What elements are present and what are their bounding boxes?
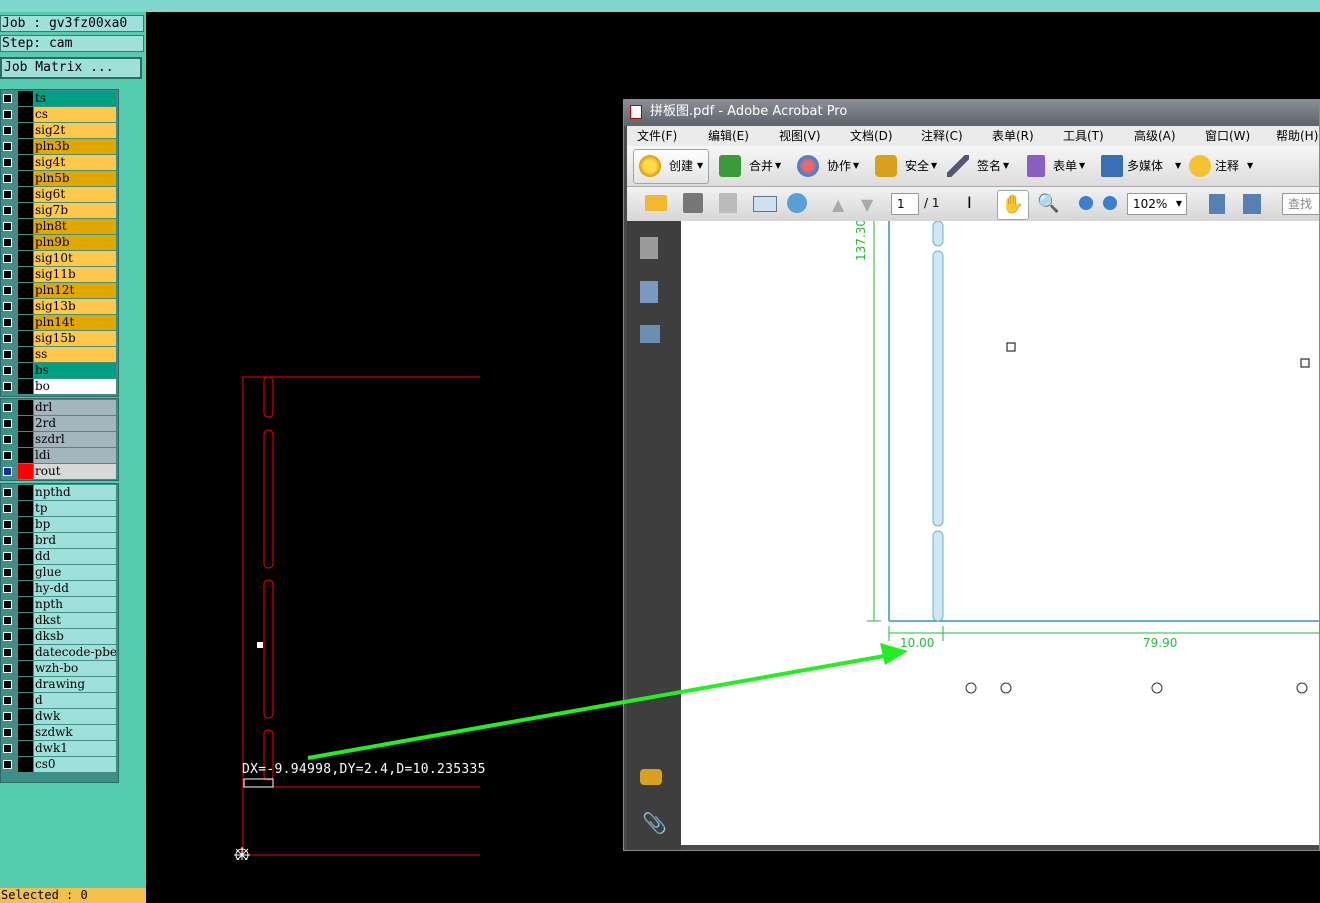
pen-icon xyxy=(947,155,969,177)
zoom-out-icon[interactable] xyxy=(1079,196,1093,210)
zoom-tool-icon[interactable]: 🔍 xyxy=(1037,193,1059,214)
tab-marker xyxy=(257,642,263,648)
print-icon[interactable] xyxy=(683,193,703,213)
cad-canvas[interactable] xyxy=(0,0,480,860)
measure-readout: DX=-9.94998,DY=2.4,D=10.235335 xyxy=(242,762,486,777)
pages-panel-icon[interactable] xyxy=(640,237,658,259)
combine-icon xyxy=(719,155,741,177)
menu-item[interactable]: 文件(F) xyxy=(637,126,677,146)
window-title: 拼板图.pdf - Adobe Acrobat Pro xyxy=(650,104,848,119)
hole xyxy=(965,682,977,694)
pdf-drawing xyxy=(867,221,1319,694)
zoom-in-icon[interactable] xyxy=(1103,196,1117,210)
fit-page-icon[interactable] xyxy=(1243,194,1261,214)
comments-icon[interactable] xyxy=(640,769,662,785)
menu-item[interactable]: 视图(V) xyxy=(779,126,821,146)
pdf-document-view[interactable]: 137.30 10.00 79.90 xyxy=(681,221,1319,845)
select-tool-icon[interactable]: Ⅰ xyxy=(967,193,972,212)
menu-item[interactable]: 表单(R) xyxy=(992,126,1034,146)
fit-width-icon[interactable] xyxy=(1209,194,1225,214)
save-icon[interactable] xyxy=(719,193,737,213)
nav-toolbar: ▲ ▼ 1 / 1 Ⅰ ✋ 🔍 102% ▼ 查找 xyxy=(627,187,1319,221)
dimension-vertical: 137.30 xyxy=(854,221,868,261)
pdf-file-icon xyxy=(630,105,642,119)
board-outline xyxy=(242,376,480,856)
dimension-left: 10.00 xyxy=(900,636,935,650)
hole xyxy=(1151,682,1163,694)
hole xyxy=(1296,682,1308,694)
lock-icon xyxy=(875,155,897,177)
menu-bar: 文件(F) 编辑(E) 视图(V) 文档(D) 注释(C) 表单(R) 工具(T) 高级(A)… xyxy=(627,126,1319,146)
create-icon xyxy=(639,155,661,177)
film-icon xyxy=(1101,155,1123,177)
email-icon[interactable] xyxy=(753,196,777,212)
menu-item[interactable]: 窗口(W) xyxy=(1205,126,1250,146)
comment-bubble-icon xyxy=(1189,155,1211,177)
zoom-select[interactable]: 102% ▼ xyxy=(1127,193,1187,215)
menu-item[interactable]: 工具(T) xyxy=(1063,126,1104,146)
menu-item[interactable]: 高级(A) xyxy=(1134,126,1176,146)
page-total: / 1 xyxy=(924,196,940,210)
menu-item[interactable]: 编辑(E) xyxy=(708,126,749,146)
acrobat-window[interactable]: 拼板图.pdf - Adobe Acrobat Pro 文件(F) 编辑(E) 视图… xyxy=(623,99,1320,851)
acrobat-titlebar[interactable]: 拼板图.pdf - Adobe Acrobat Pro xyxy=(624,100,1319,126)
menu-item[interactable]: 文档(D) xyxy=(850,126,893,146)
task-toolbar: 创建 ▼ 合并 ▼ 协作 ▼ 安全 ▼ 签名 ▼ 表单 ▼ 多媒体 ▼ 注释 ▼ xyxy=(627,146,1319,187)
signatures-icon[interactable] xyxy=(640,325,660,343)
prev-page-icon[interactable]: ▲ xyxy=(832,195,844,214)
bookmarks-icon[interactable] xyxy=(640,281,658,303)
menu-item[interactable]: 注释(C) xyxy=(921,126,963,146)
dimension-right: 79.90 xyxy=(1143,636,1178,650)
hand-tool-icon[interactable]: ✋ xyxy=(997,190,1029,220)
selected-count: Selected : 0 xyxy=(0,888,146,903)
menu-item[interactable]: 帮助(H) xyxy=(1276,126,1318,146)
upload-icon[interactable] xyxy=(787,193,807,213)
attachments-icon[interactable]: 📎 xyxy=(642,811,667,835)
page-number-input[interactable]: 1 xyxy=(891,193,919,215)
origin-crosshair-icon xyxy=(234,847,250,860)
open-folder-icon[interactable] xyxy=(645,195,667,211)
search-input[interactable]: 查找 xyxy=(1282,193,1319,215)
next-page-icon[interactable]: ▼ xyxy=(861,195,873,214)
form-icon xyxy=(1027,155,1045,177)
navigation-sidebar: 📎 xyxy=(627,221,681,850)
collaborate-icon xyxy=(797,155,819,177)
tab-markers xyxy=(257,642,263,648)
hole xyxy=(1000,682,1012,694)
